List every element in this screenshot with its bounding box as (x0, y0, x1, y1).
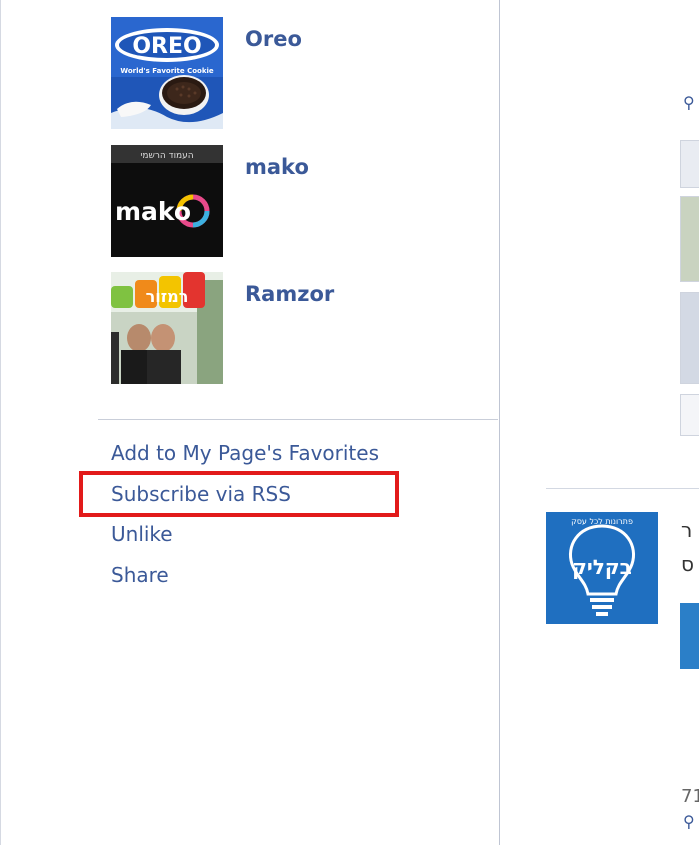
page-name-oreo[interactable]: Oreo (245, 27, 302, 51)
page-name-mako[interactable]: mako (245, 155, 309, 179)
oreo-thumbnail[interactable]: OREO World's Favorite Cookie (111, 17, 223, 129)
share-link[interactable]: Share (111, 563, 169, 587)
ramzor-thumbnail[interactable]: רמזור (111, 272, 223, 384)
right-column-text: ס (681, 552, 694, 576)
liked-page-ramzor[interactable]: רמזור Ramzor (111, 272, 491, 384)
right-column-image (680, 196, 699, 282)
add-to-favorites-link[interactable]: Add to My Page's Favorites (111, 441, 379, 465)
liked-page-mako[interactable]: העמוד הרשמי mako mako (111, 145, 491, 257)
svg-text:בקליק: בקליק (572, 555, 632, 579)
right-column-icon: ⚲ (683, 93, 695, 112)
right-column-divider (546, 488, 699, 489)
svg-text:mako: mako (115, 197, 191, 226)
right-column-text: 71 (681, 786, 699, 807)
mako-logo-image: העמוד הרשמי mako (111, 145, 223, 257)
right-column-icon: ⚲ (683, 812, 695, 831)
liked-page-oreo[interactable]: OREO World's Favorite Cookie Oreo (111, 17, 491, 129)
bclick-logo-image: בקליק פתרונות לכל עסק (546, 512, 658, 624)
svg-text:World's Favorite Cookie: World's Favorite Cookie (120, 67, 214, 75)
ramzor-logo-image: רמזור (111, 272, 223, 384)
svg-text:פתרונות לכל עסק: פתרונות לכל עסק (571, 517, 633, 526)
unlike-link[interactable]: Unlike (111, 522, 173, 546)
column-divider (499, 0, 500, 845)
right-column-image (680, 292, 699, 384)
right-column-box (680, 140, 699, 188)
section-divider (98, 419, 498, 420)
svg-text:העמוד הרשמי: העמוד הרשמי (140, 151, 193, 161)
right-column-banner (680, 603, 699, 669)
svg-text:רמזור: רמזור (146, 287, 189, 306)
right-column-box (680, 394, 699, 436)
bclick-thumbnail[interactable]: בקליק פתרונות לכל עסק (546, 512, 658, 624)
left-border (0, 0, 1, 845)
oreo-logo-image: OREO World's Favorite Cookie (111, 17, 223, 129)
highlight-annotation (79, 471, 399, 517)
mako-thumbnail[interactable]: העמוד הרשמי mako (111, 145, 223, 257)
right-column-text: ר (681, 518, 693, 542)
page-name-ramzor[interactable]: Ramzor (245, 282, 334, 306)
svg-text:OREO: OREO (132, 34, 201, 59)
